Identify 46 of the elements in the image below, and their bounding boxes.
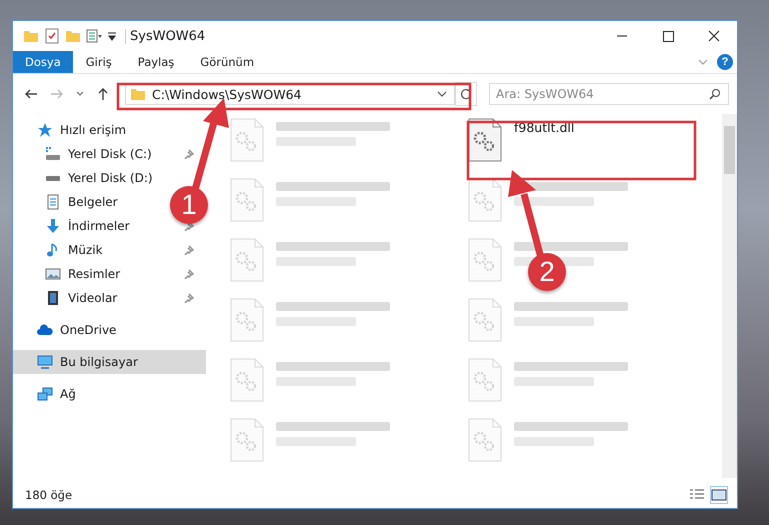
download-arrow-icon — [45, 218, 61, 234]
sidebar-item[interactable]: Yerel Disk (C:) — [13, 142, 206, 166]
item-count: 180 öğe — [25, 488, 74, 502]
sidebar-item[interactable]: OneDrive — [13, 318, 128, 342]
sidebar-item[interactable]: Bu bilgisayar — [13, 350, 206, 374]
ribbon-tab[interactable]: Giriş — [72, 51, 125, 73]
monitor-icon — [37, 354, 53, 370]
sidebar-item[interactable]: Hızlı erişim — [13, 118, 138, 142]
sidebar-item[interactable]: Müzik — [13, 238, 206, 262]
film-icon — [45, 290, 61, 306]
pin-icon[interactable] — [184, 293, 194, 303]
address-path: C:\Windows\SysWOW64 — [152, 86, 302, 102]
folder-icon — [130, 86, 146, 102]
dropdown-icon[interactable] — [107, 31, 117, 41]
ribbon-tab[interactable]: Görünüm — [187, 51, 268, 73]
cloud-icon — [37, 322, 53, 338]
drive-icon — [45, 174, 61, 182]
address-bar[interactable]: C:\Windows\SysWOW64 — [125, 83, 455, 105]
help-button[interactable]: ? — [717, 54, 733, 70]
search-field[interactable]: Ara: SysWOW64 — [489, 83, 729, 105]
large-icons-view-icon[interactable] — [711, 487, 727, 503]
sidebar-item[interactable]: Yerel Disk (D:) — [13, 166, 165, 190]
ribbon-tab[interactable]: Dosya — [13, 51, 73, 73]
pin-icon[interactable] — [184, 221, 194, 231]
sidebar-item[interactable]: Belgeler — [13, 190, 130, 214]
picture-icon — [45, 266, 61, 282]
sidebar-item[interactable]: Videolar — [13, 286, 206, 310]
file-name: f98utlt.dll — [514, 120, 574, 135]
folder-icon[interactable] — [23, 28, 39, 44]
network-icon — [37, 386, 53, 402]
document-icon — [45, 194, 61, 210]
sidebar-item[interactable]: Resimler — [13, 262, 206, 286]
window-title: SysWOW64 — [125, 28, 591, 44]
scrollbar[interactable] — [722, 114, 737, 478]
drive-icon — [45, 146, 61, 162]
star-icon — [37, 122, 53, 138]
scrollbar-thumb[interactable] — [724, 126, 735, 174]
ribbon-tab[interactable]: Paylaş — [124, 51, 188, 73]
pin-icon[interactable] — [184, 245, 194, 255]
checklist-icon[interactable] — [44, 28, 60, 44]
gear-file-icon[interactable] — [468, 118, 502, 162]
pin-icon[interactable] — [184, 269, 194, 279]
folder-icon[interactable] — [65, 28, 81, 44]
pin-icon[interactable] — [184, 149, 194, 159]
properties-icon[interactable] — [86, 28, 102, 44]
sidebar-item[interactable]: Ağ — [13, 382, 88, 406]
